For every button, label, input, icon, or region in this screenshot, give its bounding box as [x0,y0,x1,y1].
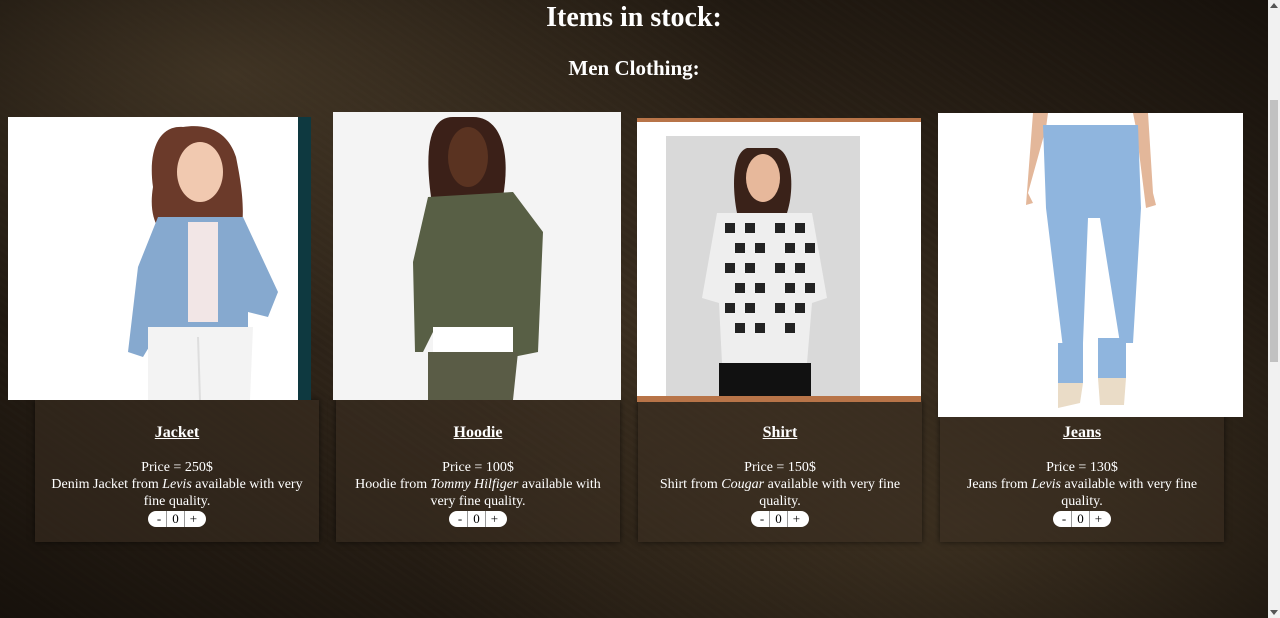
quantity-stepper: - 0 + [750,511,810,527]
product-price: Price = 250$ [141,460,213,475]
increment-button[interactable]: + [1090,511,1107,527]
scroll-down-icon[interactable] [1270,610,1278,615]
product-image-shirt[interactable] [637,118,921,402]
product-card-jacket: Jacket Price = 250$ Denim Jacket from Le… [35,400,319,542]
product-price: Price = 150$ [744,460,816,475]
increment-button[interactable]: + [185,511,202,527]
brand-name: Levis [1031,477,1062,492]
product-name-link[interactable]: Hoodie [336,424,620,442]
hoodie-photo [333,112,621,400]
quantity-value[interactable]: 0 [769,511,788,527]
quantity-value[interactable]: 0 [467,511,486,527]
scroll-up-icon[interactable] [1270,3,1278,8]
product-description: Jeans from Levis available with very fin… [966,477,1198,509]
product-description: Shirt from Cougar available with very fi… [659,477,901,509]
quantity-value[interactable]: 0 [1071,511,1090,527]
product-description: Denim Jacket from Levis available with v… [51,477,303,509]
shirt-photo [637,118,921,402]
product-image-jacket[interactable] [8,117,311,400]
decrement-button[interactable]: - [152,511,166,527]
decrement-button[interactable]: - [1057,511,1071,527]
product-description: Hoodie from Tommy Hilfiger available wit… [355,477,601,509]
jeans-photo [938,113,1243,417]
brand-name: Levis [162,477,192,492]
quantity-value[interactable]: 0 [166,511,185,527]
quantity-stepper: - 0 + [147,511,207,527]
scrollbar-thumb[interactable] [1270,100,1278,362]
vertical-scrollbar[interactable] [1268,0,1280,618]
product-name-link[interactable]: Jeans [940,424,1224,442]
product-price: Price = 100$ [442,460,514,475]
page-title: Items in stock: [546,2,722,33]
store-page: Items in stock: Men Clothing: Jacket Pri… [0,0,1268,618]
brand-name: Cougar [721,477,765,492]
product-card-jeans: Jeans Price = 130$ Jeans from Levis avai… [940,400,1224,542]
brand-name: Tommy Hilfiger [430,477,519,492]
decrement-button[interactable]: - [453,511,467,527]
quantity-stepper: - 0 + [1052,511,1112,527]
jacket-photo [8,117,311,400]
increment-button[interactable]: + [788,511,805,527]
product-name-link[interactable]: Shirt [638,424,922,442]
product-name-link[interactable]: Jacket [35,424,319,442]
section-title: Men Clothing: [568,56,700,80]
quantity-stepper: - 0 + [448,511,508,527]
increment-button[interactable]: + [486,511,503,527]
product-image-hoodie[interactable] [333,112,621,400]
product-card-hoodie: Hoodie Price = 100$ Hoodie from Tommy Hi… [336,400,620,542]
decrement-button[interactable]: - [755,511,769,527]
product-price: Price = 130$ [1046,460,1118,475]
product-card-shirt: Shirt Price = 150$ Shirt from Cougar ava… [638,400,922,542]
product-image-jeans[interactable] [938,113,1243,417]
